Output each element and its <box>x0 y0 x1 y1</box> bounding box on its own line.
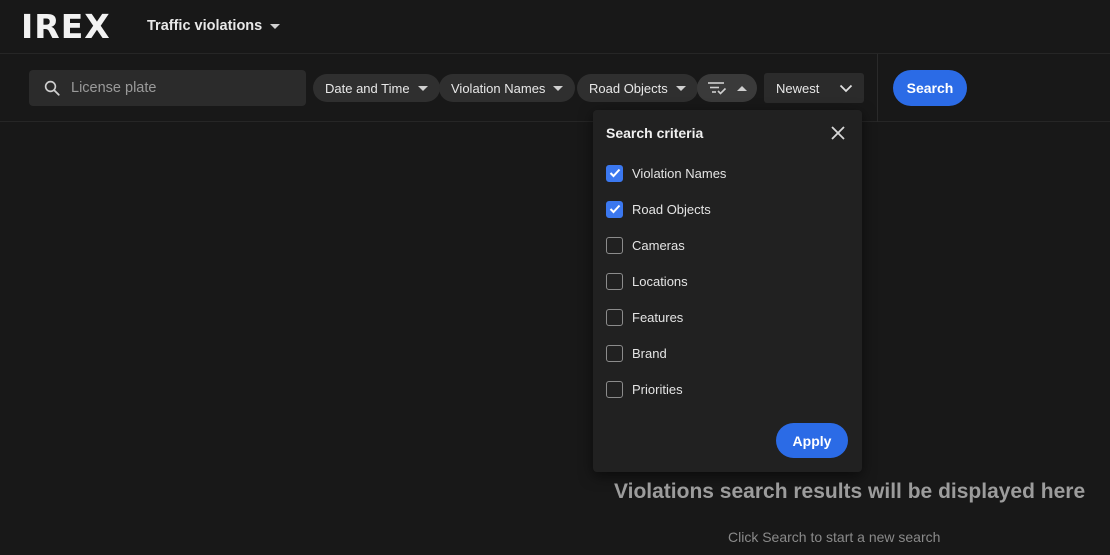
toolbar-divider <box>877 54 878 122</box>
sort-selected-value: Newest <box>776 80 820 96</box>
checkbox[interactable] <box>606 236 623 254</box>
chevron-down-icon <box>840 84 853 92</box>
license-plate-input[interactable] <box>71 80 291 96</box>
criteria-item-locations[interactable]: Locations <box>606 272 688 290</box>
chip-road-objects[interactable]: Road Objects <box>577 74 698 102</box>
chip-label: Violation Names <box>451 80 546 96</box>
caret-down-icon <box>675 85 686 91</box>
criteria-item-cameras[interactable]: Cameras <box>606 236 685 254</box>
app-switcher[interactable]: Traffic violations <box>147 16 281 36</box>
checkbox[interactable] <box>606 380 623 398</box>
chip-label: Date and Time <box>325 80 410 96</box>
logo-text: IREX <box>21 6 111 46</box>
chip-date-and-time[interactable]: Date and Time <box>313 74 440 102</box>
checkbox[interactable] <box>606 272 623 290</box>
irex-logo[interactable]: IREX <box>21 7 111 46</box>
criteria-label: Brand <box>632 345 667 361</box>
checkbox[interactable] <box>606 164 623 182</box>
criteria-label: Features <box>632 309 684 325</box>
criteria-item-priorities[interactable]: Priorities <box>606 380 683 398</box>
filter-bar: Date and Time Violation Names Road Objec… <box>0 54 1110 122</box>
checkbox[interactable] <box>606 344 623 362</box>
chip-label: Road Objects <box>589 80 668 96</box>
app-name: Traffic violations <box>147 18 263 34</box>
empty-state-subtitle: Click Search to start a new search <box>728 529 941 545</box>
caret-down-icon <box>270 23 281 29</box>
close-icon <box>831 126 845 140</box>
search-criteria-popup: Search criteria Violation Names Road Obj… <box>593 110 862 472</box>
license-plate-search[interactable] <box>29 70 306 106</box>
check-icon <box>609 168 620 178</box>
apply-button[interactable]: Apply <box>776 423 848 458</box>
criteria-label: Violation Names <box>632 165 727 181</box>
popup-title: Search criteria <box>606 125 704 141</box>
close-button[interactable] <box>829 124 847 142</box>
criteria-item-road-objects[interactable]: Road Objects <box>606 200 711 218</box>
criteria-label: Road Objects <box>632 201 711 217</box>
search-criteria-toggle[interactable] <box>697 74 757 102</box>
criteria-label: Cameras <box>632 237 685 253</box>
checkbox[interactable] <box>606 200 623 218</box>
criteria-item-features[interactable]: Features <box>606 308 683 326</box>
sort-select[interactable]: Newest <box>764 73 864 103</box>
check-icon <box>609 204 620 214</box>
chip-violation-names[interactable]: Violation Names <box>439 74 576 102</box>
caret-down-icon <box>417 85 428 91</box>
search-button[interactable]: Search <box>893 70 967 106</box>
empty-state-title: Violations search results will be displa… <box>614 480 1086 503</box>
criteria-label: Priorities <box>632 381 683 397</box>
criteria-item-brand[interactable]: Brand <box>606 344 667 362</box>
criteria-item-violation-names[interactable]: Violation Names <box>606 164 726 182</box>
filter-list-check-icon <box>708 82 727 95</box>
caret-up-icon <box>737 85 747 91</box>
caret-down-icon <box>553 85 564 91</box>
top-bar: IREX Traffic violations <box>0 0 1110 54</box>
checkbox[interactable] <box>606 308 623 326</box>
criteria-label: Locations <box>632 273 688 289</box>
search-icon <box>44 80 60 96</box>
